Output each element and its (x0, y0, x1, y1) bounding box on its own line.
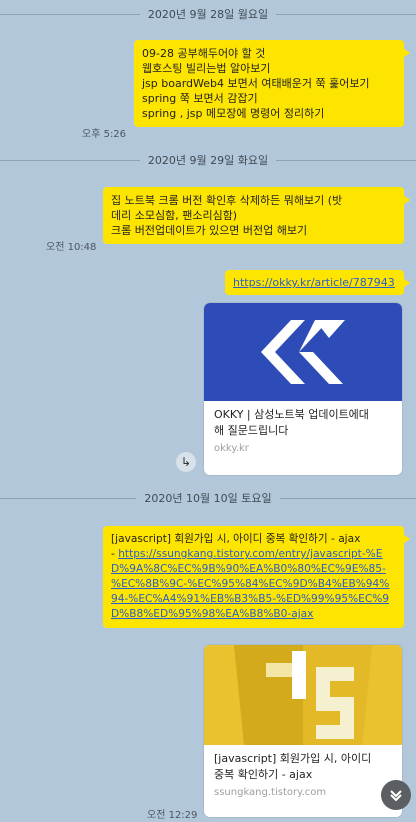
divider (279, 497, 416, 499)
divider (276, 13, 416, 15)
card-title-line: [javascript] 회원가입 시, 아이디 (214, 752, 372, 765)
card-title-line: OKKY | 삼성노트북 업데이트에대 (214, 408, 369, 421)
message-line: %EC%8B%9C-%EC%95%84%EC%9D%B4%EB%94% (111, 577, 396, 592)
date-separator: 2020년 10월 10일 토요일 (0, 488, 416, 508)
link-preview-card[interactable]: [javascript] 회원가입 시, 아이디 중복 확인하기 - ajax … (204, 645, 402, 817)
date-label: 2020년 10월 10일 토요일 (144, 492, 272, 505)
message-line: spring 쭉 보면서 감잡기 (142, 92, 258, 105)
divider (276, 159, 416, 161)
divider (0, 159, 140, 161)
message-time: 오후 5:26 (82, 129, 127, 140)
message-line: D%B8%ED%95%98%EA%B8%B0-ajax (111, 607, 396, 622)
ssungkang-link[interactable]: %EC%8B%9C-%EC%95%84%EC%9D%B4%EB%94% (111, 578, 389, 590)
message-line: 데리 소모심함, 팬소리심함) (111, 209, 238, 222)
card-domain: okky.kr (214, 443, 249, 454)
divider (0, 497, 137, 499)
message-line: 94-%EC%A4%91%EB%B3%B5-%ED%99%95%EC%9 (111, 592, 396, 607)
message-line: spring , jsp 메모장에 명령어 정리하기 (142, 107, 325, 120)
js-shield-icon (204, 645, 402, 745)
message-time: 오전 12:29 (147, 810, 198, 821)
card-domain: ssungkang.tistory.com (214, 787, 327, 798)
message-line: 집 노트북 크롬 버전 확인후 삭제하든 뭐해보기 (밧 (111, 194, 343, 207)
share-icon[interactable]: ↳ (176, 452, 196, 472)
date-label: 2020년 9월 29일 화요일 (147, 154, 269, 167)
message-line: 웹호스팅 빌리는법 알아보기 (142, 62, 271, 75)
chevron-down-icon (390, 790, 402, 802)
card-title-line: 해 질문드립니다 (214, 424, 289, 437)
divider (0, 13, 140, 15)
message-line: [javascript] 회원가입 시, 아이디 중복 확인하기 - ajax (111, 533, 361, 545)
ssungkang-link[interactable]: https://ssungkang.tistory.com/entry/java… (118, 548, 382, 560)
date-separator: 2020년 9월 29일 화요일 (0, 150, 416, 170)
message-bubble[interactable]: 집 노트북 크롬 버전 확인후 삭제하든 뭐해보기 (밧 데리 소모심함, 팬소… (103, 187, 410, 244)
okky-link[interactable]: https://okky.kr/article/787943 (233, 276, 395, 289)
message-time: 오전 10:48 (46, 242, 97, 253)
okky-logo (204, 303, 402, 401)
message-bubble[interactable]: [javascript] 회원가입 시, 아이디 중복 확인하기 - ajax … (103, 526, 410, 628)
message-line: 크롬 버전업데이트가 있으면 버전업 해보기 (111, 224, 308, 237)
card-title-line: 중복 확인하기 - ajax (214, 768, 313, 781)
message-line: jsp boardWeb4 보면서 여태배운거 쭉 훑어보기 (142, 77, 370, 90)
card-title: [javascript] 회원가입 시, 아이디 중복 확인하기 - ajax (204, 745, 402, 785)
message-line: 09-28 공부해두어야 할 것 (142, 47, 266, 60)
ssungkang-link[interactable]: D%9A%8C%EC%9B%90%EA%B0%80%EC%9E%85- (111, 563, 386, 575)
scroll-to-bottom-button[interactable] (381, 780, 411, 810)
message-line: - https://ssungkang.tistory.com/entry/ja… (111, 547, 396, 562)
date-separator: 2020년 9월 28일 월요일 (0, 4, 416, 24)
link-message-bubble[interactable]: https://okky.kr/article/787943 (225, 270, 410, 295)
okky-logo-icon (261, 320, 345, 384)
js-thumbnail (204, 645, 402, 745)
message-line: D%9A%8C%EC%9B%90%EA%B0%80%EC%9E%85- (111, 562, 396, 577)
link-preview-card[interactable]: OKKY | 삼성노트북 업데이트에대 해 질문드립니다 okky.kr (204, 303, 402, 475)
date-label: 2020년 9월 28일 월요일 (147, 8, 269, 21)
ssungkang-link[interactable]: D%B8%ED%95%98%EA%B8%B0-ajax (111, 608, 313, 620)
message-bubble[interactable]: 09-28 공부해두어야 할 것 웹호스팅 빌리는법 알아보기 jsp boar… (134, 40, 410, 127)
ssungkang-link[interactable]: 94-%EC%A4%91%EB%B3%B5-%ED%99%95%EC%9 (111, 593, 389, 605)
card-title: OKKY | 삼성노트북 업데이트에대 해 질문드립니다 (204, 401, 402, 441)
